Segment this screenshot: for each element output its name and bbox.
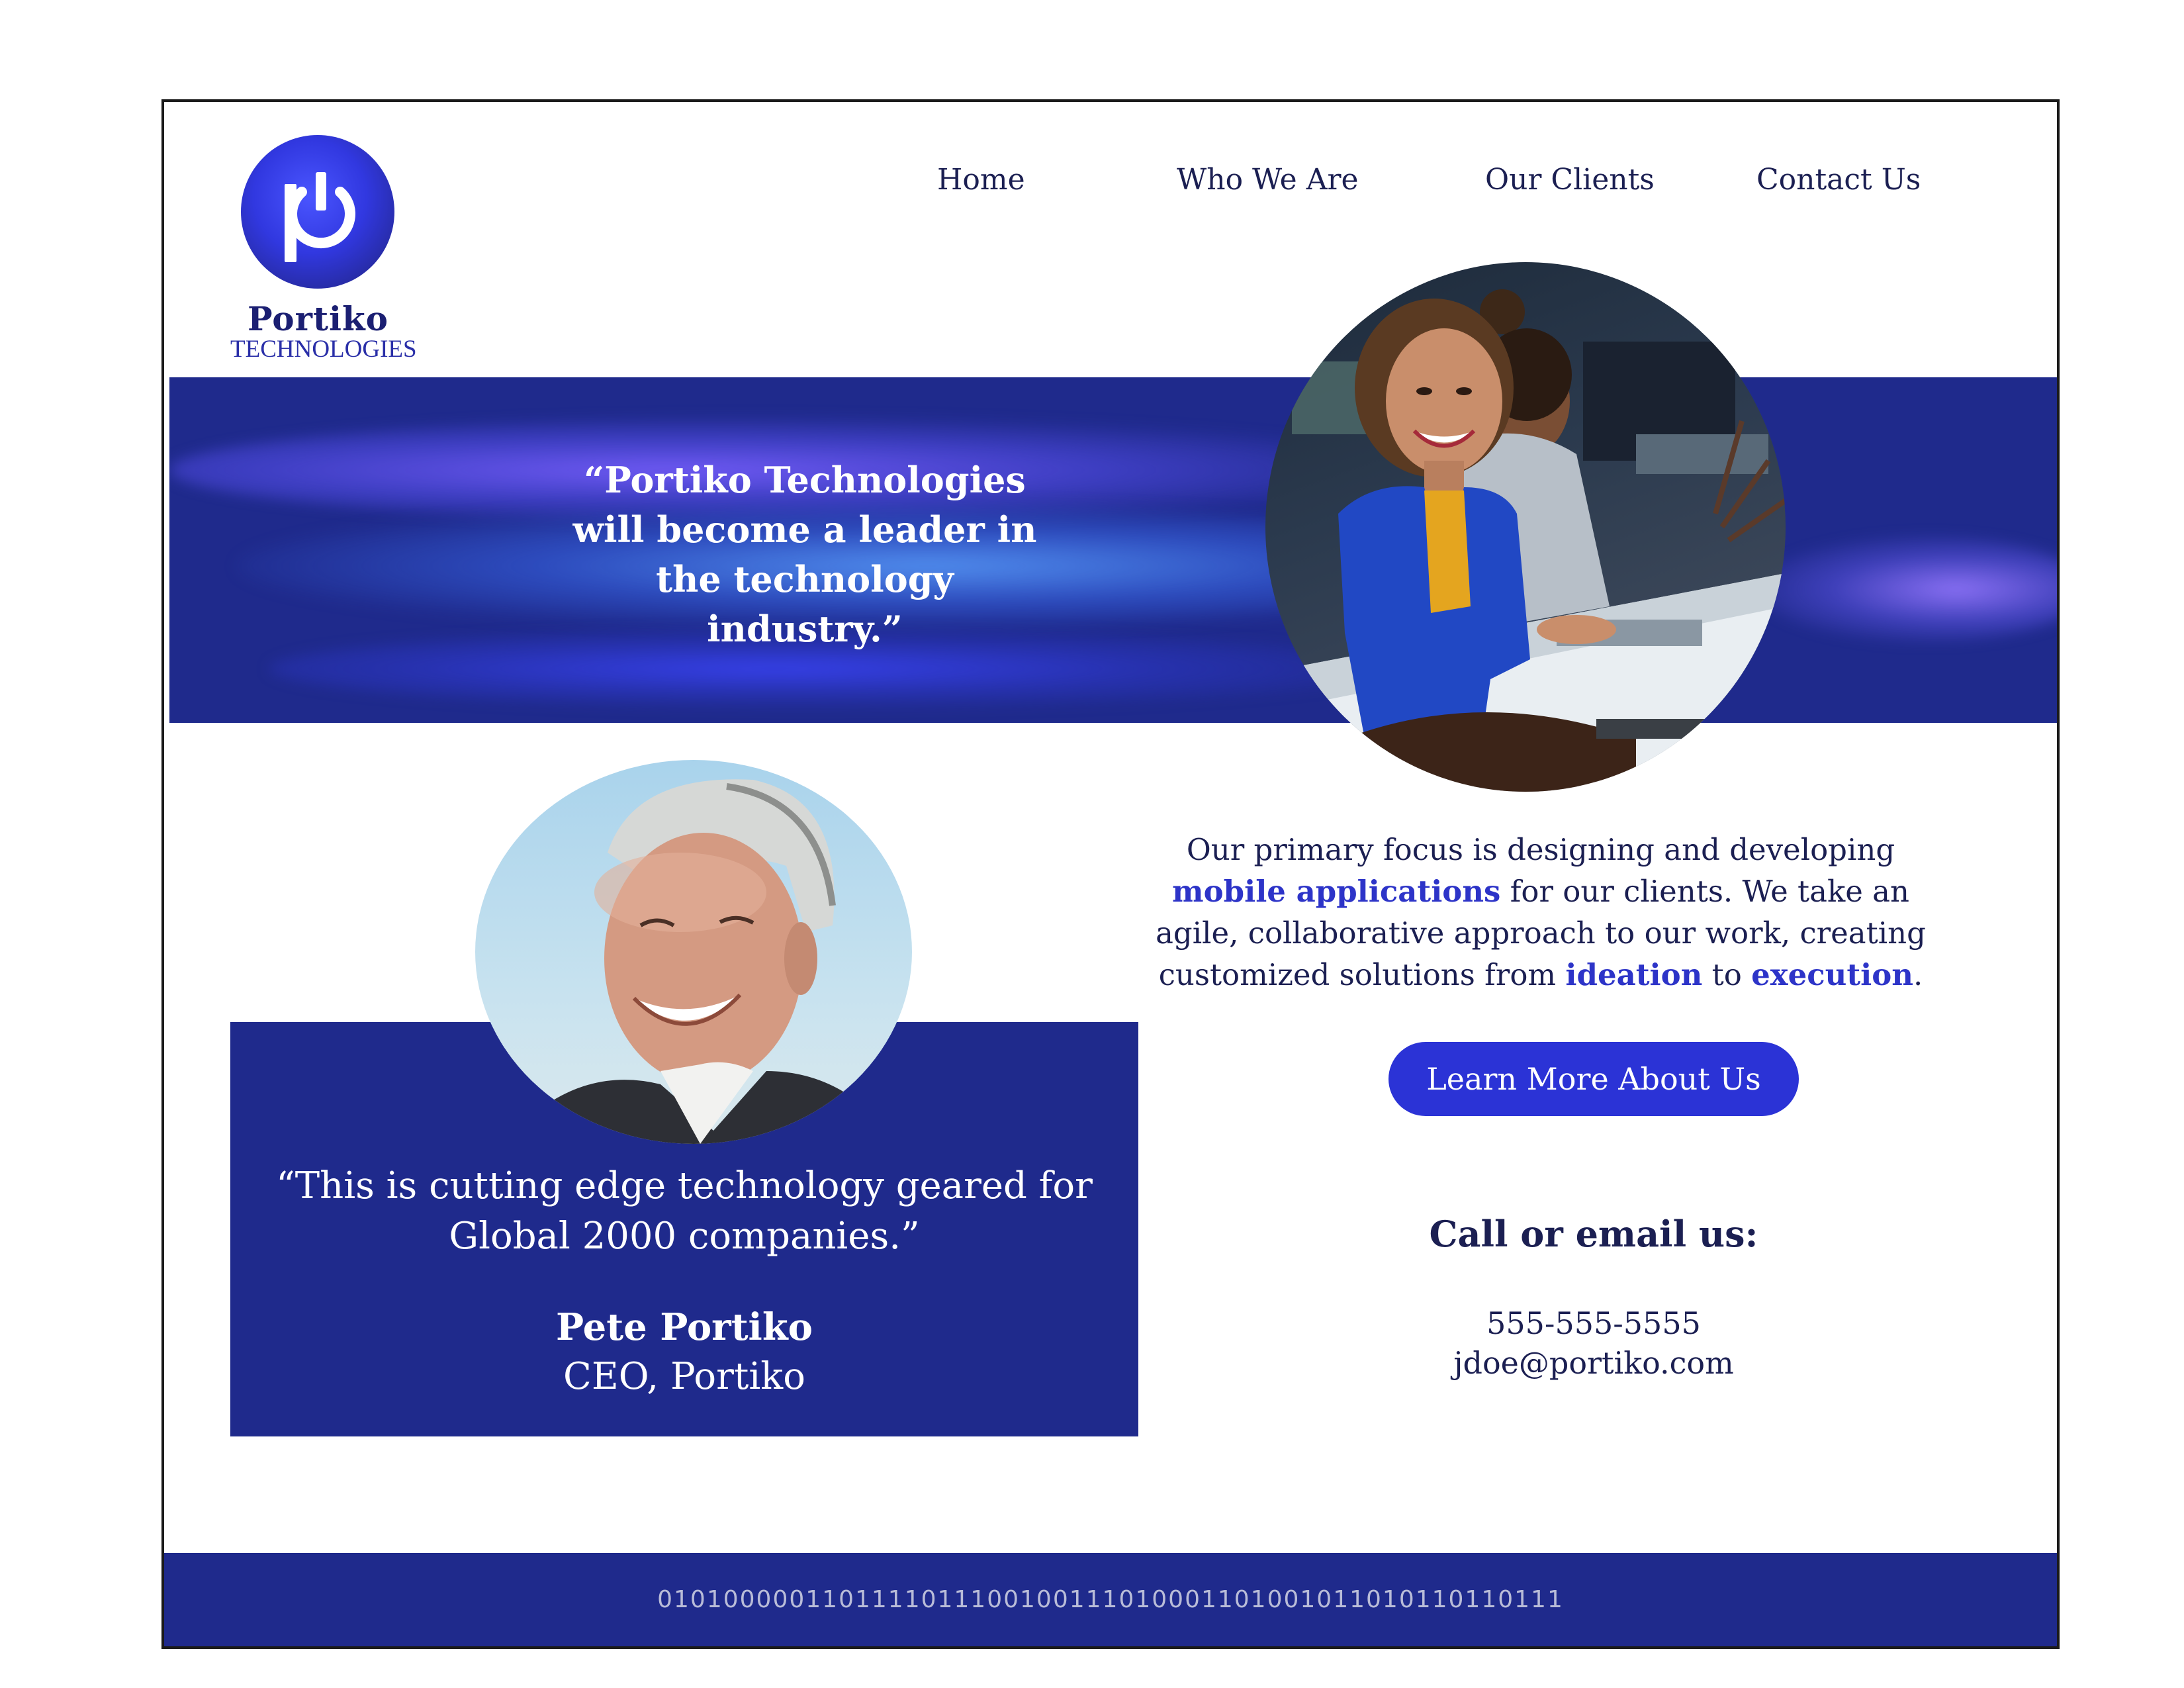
testimonial-quote: “This is cutting edge technology geared … bbox=[276, 1164, 1093, 1258]
about-text: to bbox=[1702, 957, 1752, 992]
power-p-logo-icon bbox=[241, 135, 394, 289]
contact-heading: Call or email us: bbox=[1429, 1213, 1758, 1255]
page-frame: Portiko TECHNOLOGIES Home Who We Are Our… bbox=[161, 99, 2060, 1649]
nav-contact-us[interactable]: Contact Us bbox=[1756, 163, 1921, 197]
contact-phone-link[interactable]: 555-555-5555 bbox=[1256, 1305, 1931, 1341]
about-highlight-execution: execution bbox=[1751, 957, 1913, 992]
about-description: Our primary focus is designing and devel… bbox=[1144, 829, 1938, 996]
brand-name: Portiko bbox=[248, 299, 389, 338]
brand-subtitle: TECHNOLOGIES bbox=[230, 336, 417, 363]
about-text: . bbox=[1913, 957, 1923, 992]
main-nav: Home Who We Are Our Clients Contact Us bbox=[164, 163, 2057, 209]
nav-our-clients[interactable]: Our Clients bbox=[1485, 163, 1655, 197]
about-highlight-mobile-applications: mobile applications bbox=[1172, 874, 1501, 909]
testimonial-author-name: Pete Portiko bbox=[556, 1305, 813, 1349]
nav-home[interactable]: Home bbox=[937, 163, 1025, 197]
about-highlight-ideation: ideation bbox=[1565, 957, 1703, 992]
team-photo bbox=[1265, 262, 1786, 792]
nav-who-we-are[interactable]: Who We Are bbox=[1177, 163, 1359, 197]
testimonial-author-role: CEO, Portiko bbox=[563, 1355, 805, 1398]
hero-quote: “Portiko Technologies will become a lead… bbox=[572, 459, 1037, 650]
learn-more-button[interactable]: Learn More About Us bbox=[1388, 1042, 1799, 1116]
ceo-photo bbox=[475, 760, 912, 1144]
footer: 0101000001101111011100100111010001101001… bbox=[164, 1553, 2057, 1646]
hero-glow bbox=[1758, 536, 2057, 642]
footer-binary-text: 0101000001101111011100100111010001101001… bbox=[657, 1586, 1564, 1613]
contact-email-link[interactable]: jdoe@portiko.com bbox=[1256, 1345, 1931, 1381]
about-text: Our primary focus is designing and devel… bbox=[1186, 832, 1895, 867]
